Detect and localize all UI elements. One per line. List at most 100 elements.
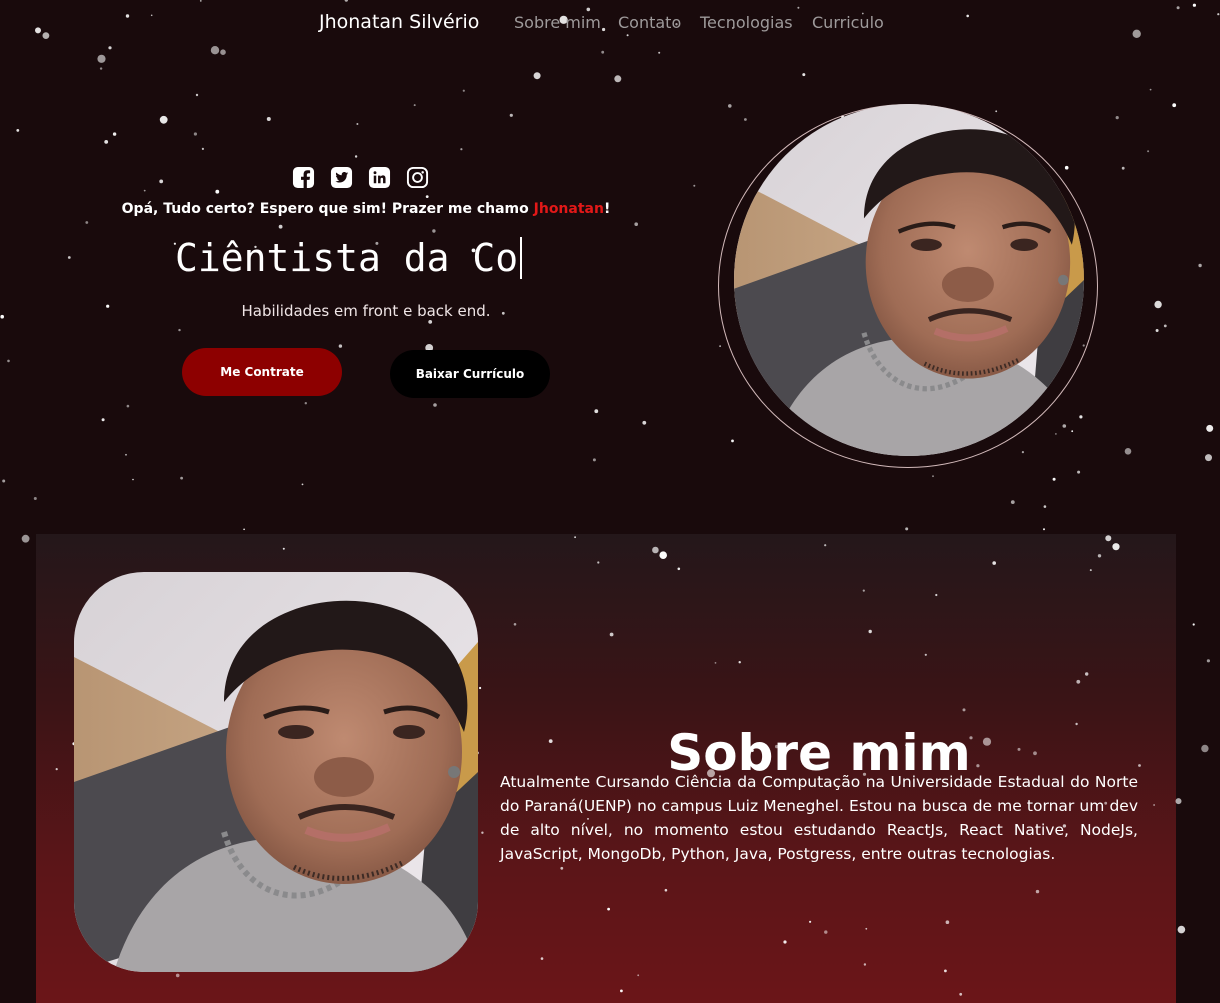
- star: [1055, 433, 1057, 435]
- star: [1176, 6, 1180, 10]
- star: [1163, 324, 1167, 328]
- star: [797, 6, 800, 9]
- star: [2, 479, 6, 483]
- star: [193, 132, 197, 136]
- star: [1062, 424, 1067, 428]
- star: [338, 344, 343, 348]
- greeting-name: Jhonatan: [533, 201, 604, 217]
- star: [995, 110, 998, 113]
- star: [731, 439, 734, 443]
- star: [802, 73, 806, 77]
- star: [642, 420, 647, 425]
- star: [1198, 263, 1202, 268]
- facebook-icon[interactable]: [292, 166, 315, 189]
- star: [33, 497, 37, 500]
- star: [125, 453, 127, 456]
- star: [1206, 659, 1210, 663]
- star: [21, 534, 30, 543]
- star: [693, 184, 696, 187]
- greeting-suffix: !: [603, 201, 611, 217]
- star: [1052, 477, 1056, 481]
- brand-name[interactable]: Jhonatan Silvério: [319, 11, 479, 33]
- profile-photo: [734, 104, 1084, 456]
- star: [0, 314, 4, 319]
- star: [301, 483, 304, 486]
- star: [594, 409, 599, 414]
- star: [614, 75, 622, 83]
- star: [432, 229, 436, 233]
- star: [220, 49, 226, 55]
- star: [1115, 116, 1119, 120]
- star: [1147, 150, 1150, 153]
- star: [304, 402, 307, 405]
- star: [159, 179, 164, 184]
- star: [101, 418, 105, 422]
- star: [1172, 103, 1177, 108]
- star: [413, 104, 416, 107]
- top-navbar: Jhonatan Silvério Sobre mim Contato Tecn…: [0, 10, 1220, 36]
- star: [462, 89, 465, 92]
- star: [1021, 451, 1024, 454]
- star: [210, 46, 220, 55]
- star: [85, 221, 89, 224]
- download-resume-button[interactable]: Baixar Currículo: [390, 350, 550, 398]
- typing-caret: [520, 237, 523, 279]
- star: [178, 328, 181, 332]
- nav-link-curriculo[interactable]: Curriculo: [812, 13, 884, 32]
- star: [112, 132, 117, 136]
- star: [1175, 798, 1182, 805]
- star: [425, 195, 429, 199]
- star: [428, 320, 433, 324]
- star: [433, 403, 437, 407]
- star: [278, 224, 283, 229]
- nav-link-sobre-mim[interactable]: Sobre mim: [514, 13, 601, 32]
- twitter-icon[interactable]: [330, 166, 353, 189]
- star: [905, 527, 909, 531]
- star: [1155, 329, 1159, 332]
- star: [201, 147, 204, 150]
- star: [509, 113, 513, 117]
- star: [1043, 505, 1047, 508]
- star: [159, 115, 168, 124]
- about-photo: [74, 572, 478, 972]
- star: [195, 93, 199, 97]
- star: [1192, 623, 1195, 626]
- nav-link-contato[interactable]: Contato: [618, 13, 681, 32]
- star: [215, 189, 220, 194]
- star: [601, 50, 605, 54]
- star: [658, 51, 661, 54]
- typed-text: Ciêntista da Co: [175, 236, 519, 280]
- instagram-icon[interactable]: [406, 166, 429, 189]
- hero-subtitle: Habilidades em front e back end.: [241, 302, 491, 320]
- hire-me-button[interactable]: Me Contrate: [182, 348, 342, 396]
- star: [180, 476, 184, 480]
- linkedin-icon[interactable]: [368, 166, 391, 189]
- star: [1043, 528, 1045, 531]
- star: [728, 104, 732, 108]
- star: [634, 222, 638, 226]
- about-text: Atualmente Cursando Ciência da Computaçã…: [500, 772, 1138, 863]
- star: [104, 140, 109, 144]
- star: [1206, 424, 1214, 432]
- star: [1071, 430, 1074, 433]
- star: [744, 118, 747, 121]
- star: [344, 0, 348, 2]
- star: [132, 478, 134, 481]
- star: [99, 67, 103, 70]
- star: [1201, 744, 1209, 753]
- star: [460, 148, 463, 151]
- star: [533, 72, 541, 80]
- nav-link-tecnologias[interactable]: Tecnologias: [700, 13, 793, 32]
- star: [16, 129, 20, 132]
- star: [1124, 448, 1132, 455]
- star: [97, 54, 106, 63]
- typed-headline: Ciêntista da Co: [175, 236, 523, 280]
- star: [356, 123, 359, 125]
- greeting-text: Opá, Tudo certo? Espero que sim! Prazer …: [50, 201, 682, 217]
- star: [1149, 88, 1152, 91]
- star: [67, 256, 71, 259]
- star: [354, 155, 358, 158]
- star: [243, 528, 245, 531]
- star: [932, 475, 934, 478]
- star: [1079, 415, 1083, 419]
